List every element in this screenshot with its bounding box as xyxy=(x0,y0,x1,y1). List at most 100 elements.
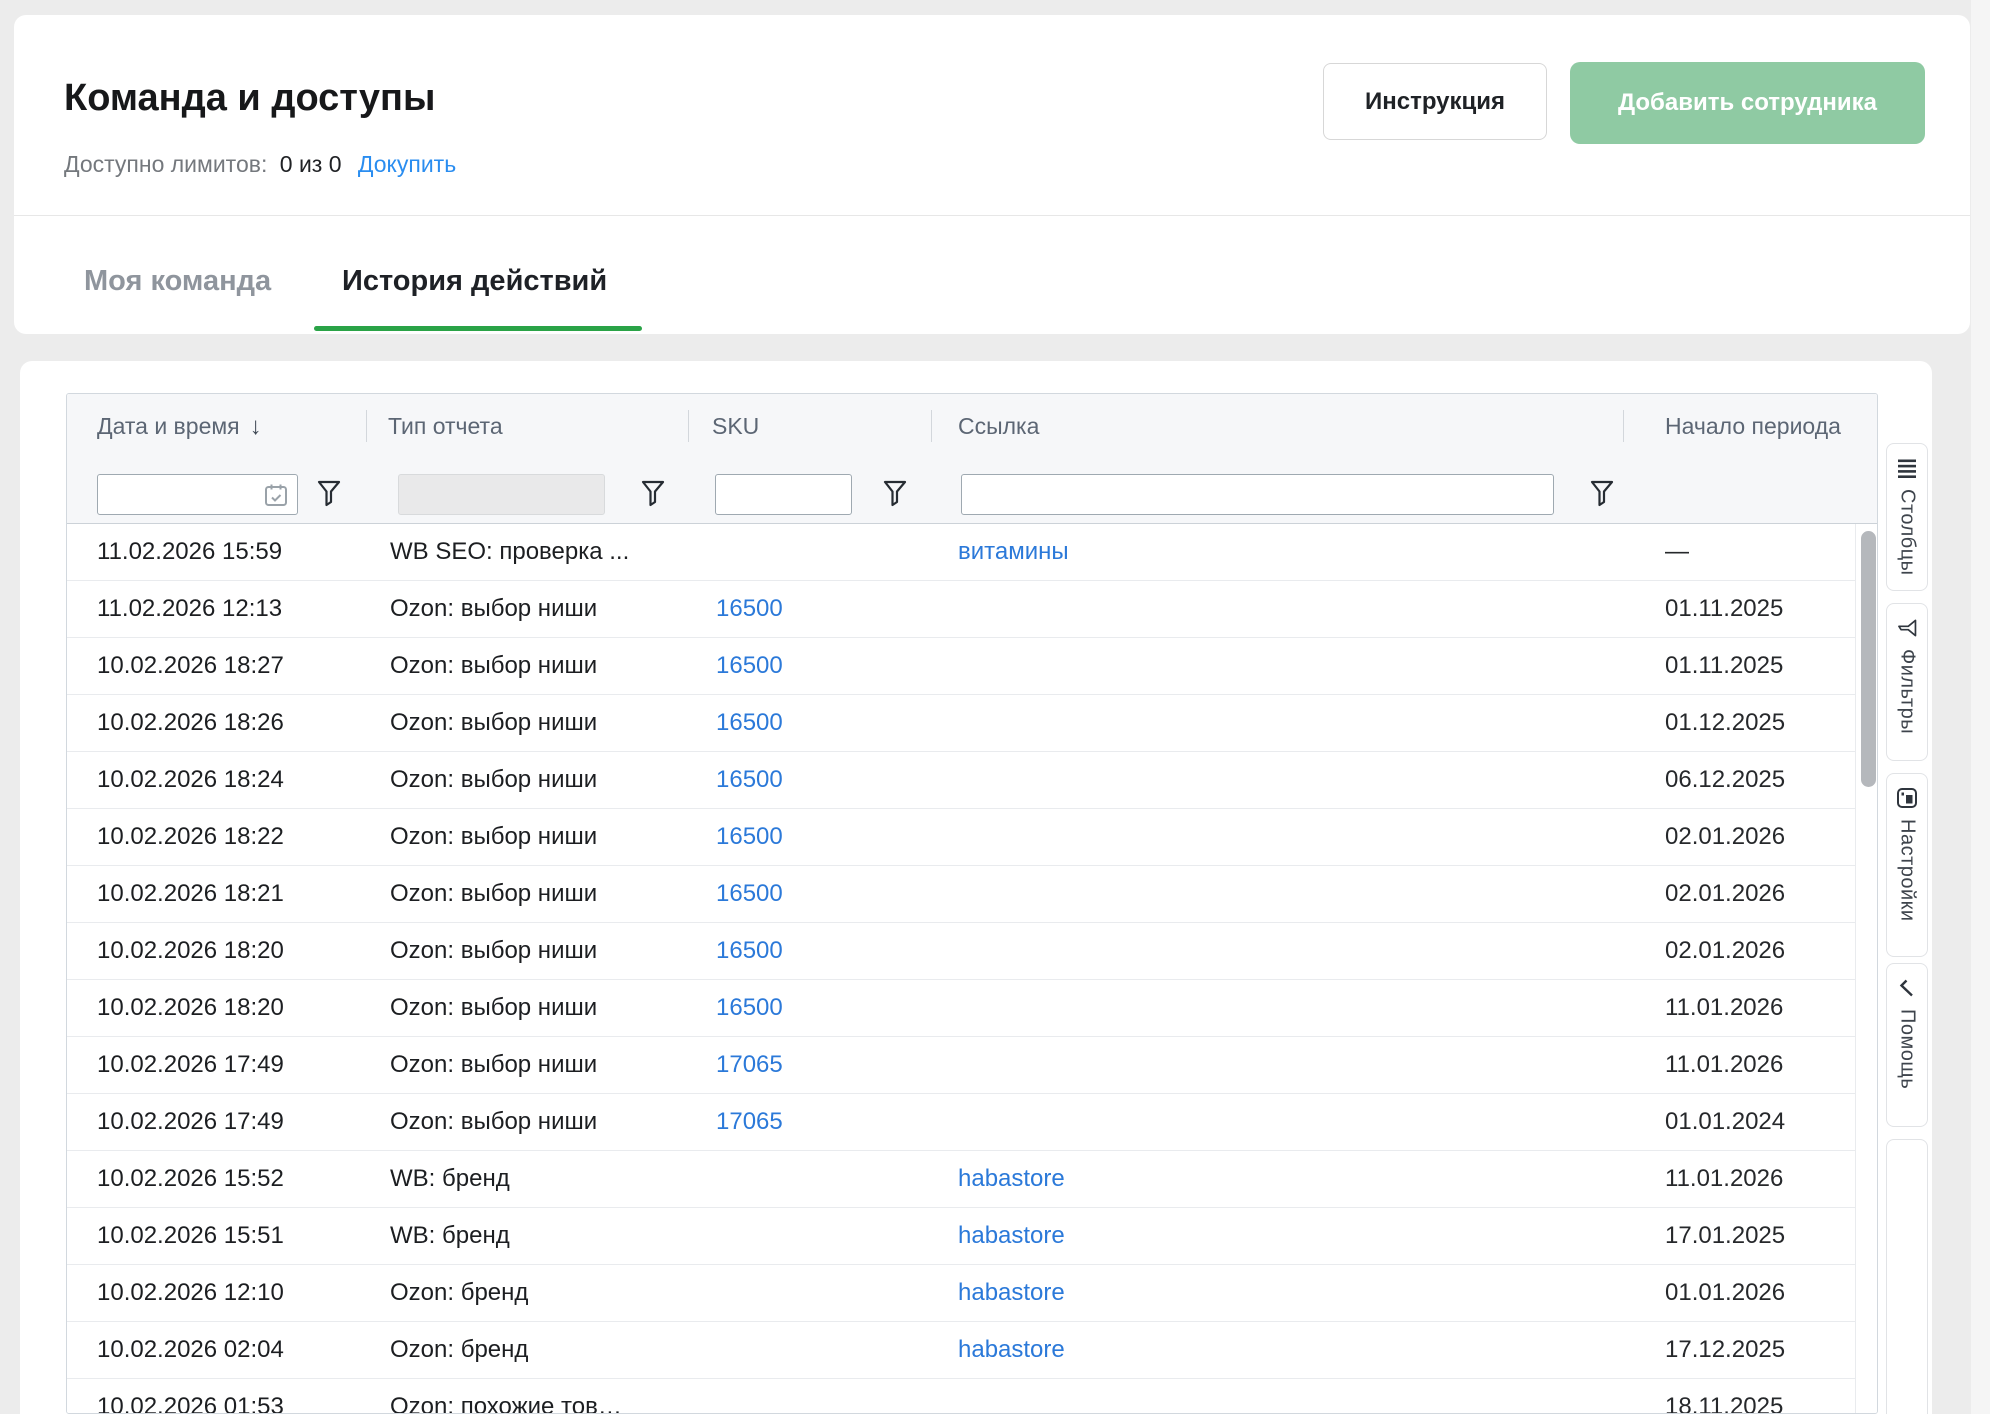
cell-period-start: 01.12.2025 xyxy=(1665,695,1785,751)
cell-sku-link[interactable]: 16500 xyxy=(716,866,783,922)
table-row: 10.02.2026 17:49Ozon: выбор ниши1706501.… xyxy=(67,1094,1855,1151)
table-row: 10.02.2026 15:51WB: брендhabastore17.01.… xyxy=(67,1208,1855,1265)
history-table: Дата и время↓ Тип отчета SKU Ссылка Нача… xyxy=(66,393,1878,1414)
cell-datetime: 11.02.2026 12:13 xyxy=(97,581,282,637)
table-row: 10.02.2026 18:24Ozon: выбор ниши1650006.… xyxy=(67,752,1855,809)
table-scrollbar-thumb[interactable] xyxy=(1861,531,1876,787)
cell-report-type: Ozon: бренд xyxy=(390,1322,528,1378)
table-filter-row xyxy=(67,458,1877,524)
cell-sku-link[interactable]: 16500 xyxy=(716,695,783,751)
table-row: 10.02.2026 18:26 Ozon: выбор ниши 16500 01.… xyxy=(67,695,1855,752)
cell-datetime: 10.02.2026 18:27 xyxy=(97,638,284,694)
cell-sku-link[interactable]: 16500 xyxy=(716,923,783,979)
cell-sku-link[interactable]: 17065 xyxy=(716,1037,783,1093)
table-row: 10.02.2026 17:49Ozon: выбор ниши1706511.… xyxy=(67,1037,1855,1094)
cell-link[interactable]: витамины xyxy=(958,524,1069,580)
cell-period-start: 02.01.2026 xyxy=(1665,866,1785,922)
cell-report-type: Ozon: выбор ниши xyxy=(390,923,597,979)
cell-link[interactable]: habastore xyxy=(958,1151,1065,1207)
column-header-report-type[interactable]: Тип отчета xyxy=(388,394,503,458)
column-header-label: Дата и время xyxy=(97,413,240,439)
cell-link[interactable]: habastore xyxy=(958,1208,1065,1264)
table-row: 10.02.2026 18:22Ozon: выбор ниши1650002.… xyxy=(67,809,1855,866)
cell-datetime: 10.02.2026 15:52 xyxy=(97,1151,284,1207)
side-tab-settings[interactable]: Настройки xyxy=(1886,773,1928,957)
cell-datetime: 11.02.2026 15:59 xyxy=(97,524,282,580)
table-header-row: Дата и время↓ Тип отчета SKU Ссылка Нача… xyxy=(67,394,1877,459)
limits-label: Доступно лимитов: xyxy=(64,151,267,177)
buy-more-link[interactable]: Докупить xyxy=(358,151,456,177)
cell-period-start: 17.01.2025 xyxy=(1665,1208,1785,1264)
side-tab-filters[interactable]: Фильтры xyxy=(1886,603,1928,761)
cell-report-type: Ozon: выбор ниши xyxy=(390,752,597,808)
instruction-button[interactable]: Инструкция xyxy=(1323,63,1547,140)
cell-datetime: 10.02.2026 18:26 xyxy=(97,695,284,751)
settings-icon xyxy=(1896,787,1918,809)
sku-filter-input[interactable] xyxy=(715,474,852,515)
column-header-sku[interactable]: SKU xyxy=(712,394,759,458)
cell-report-type: WB: бренд xyxy=(390,1208,510,1264)
cell-sku-link[interactable]: 16500 xyxy=(716,980,783,1036)
cell-period-start: 18.11.2025 xyxy=(1665,1379,1783,1414)
link-filter-input[interactable] xyxy=(961,474,1554,515)
header-card: Команда и доступы Доступно лимитов: 0 из… xyxy=(14,15,1970,334)
table-row: 11.02.2026 15:59WB SEO: проверка ...вита… xyxy=(67,524,1855,581)
browser-scrollbar[interactable] xyxy=(1971,0,1990,1414)
page-title: Команда и доступы xyxy=(64,77,435,120)
columns-icon xyxy=(1896,457,1918,479)
cell-period-start: 01.11.2025 xyxy=(1665,581,1783,637)
side-tab-label: Фильтры xyxy=(1896,649,1919,734)
table-body: 11.02.2026 15:59WB SEO: проверка ...вита… xyxy=(67,524,1855,1414)
side-tab-help[interactable]: Помощь xyxy=(1886,963,1928,1127)
cell-sku-link[interactable]: 17065 xyxy=(716,1094,783,1150)
cell-period-start: 01.11.2025 xyxy=(1665,638,1783,694)
cell-link[interactable]: habastore xyxy=(958,1322,1065,1378)
column-divider xyxy=(1623,410,1624,442)
link-filter-funnel-icon[interactable] xyxy=(1589,478,1615,508)
cell-datetime: 10.02.2026 17:49 xyxy=(97,1094,284,1150)
report-type-filter-input xyxy=(398,474,605,515)
side-tab-label: Настройки xyxy=(1896,819,1919,922)
cell-link[interactable]: habastore xyxy=(958,1265,1065,1321)
table-row: 10.02.2026 18:20Ozon: выбор ниши1650002.… xyxy=(67,923,1855,980)
cell-datetime: 10.02.2026 18:20 xyxy=(97,923,284,979)
column-header-datetime[interactable]: Дата и время↓ xyxy=(97,394,262,458)
datetime-filter-funnel-icon[interactable] xyxy=(316,478,342,508)
tab-my-team[interactable]: Моя команда xyxy=(84,265,271,298)
cell-report-type: Ozon: бренд xyxy=(390,1265,528,1321)
column-header-link[interactable]: Ссылка xyxy=(958,394,1039,458)
date-filter-input[interactable] xyxy=(97,474,298,515)
column-divider xyxy=(688,410,689,442)
report-type-filter-funnel-icon[interactable] xyxy=(640,478,666,508)
table-row: 10.02.2026 12:10Ozon: брендhabastore01.0… xyxy=(67,1265,1855,1322)
cell-datetime: 10.02.2026 18:20 xyxy=(97,980,284,1036)
cell-sku-link[interactable]: 16500 xyxy=(716,752,783,808)
cell-sku-link[interactable]: 16500 xyxy=(716,809,783,865)
table-row: 10.02.2026 15:52WB: брендhabastore11.01.… xyxy=(67,1151,1855,1208)
sku-filter-funnel-icon[interactable] xyxy=(882,478,908,508)
cell-report-type: Ozon: выбор ниши xyxy=(390,980,597,1036)
side-tab-label: Помощь xyxy=(1896,1009,1919,1089)
cell-sku-link[interactable]: 16500 xyxy=(716,581,783,637)
side-rail-filler xyxy=(1886,1139,1928,1414)
tab-history[interactable]: История действий xyxy=(342,265,607,298)
active-tab-underline xyxy=(314,326,642,331)
team-access-page: Команда и доступы Доступно лимитов: 0 из… xyxy=(0,0,1990,1414)
cell-report-type: Ozon: выбор ниши xyxy=(390,695,597,751)
side-tab-columns[interactable]: Столбцы xyxy=(1886,443,1928,591)
cell-period-start: 11.01.2026 xyxy=(1665,1151,1783,1207)
cell-datetime: 10.02.2026 17:49 xyxy=(97,1037,284,1093)
history-table-card: Дата и время↓ Тип отчета SKU Ссылка Нача… xyxy=(20,361,1932,1414)
add-employee-button[interactable]: Добавить сотрудника xyxy=(1570,62,1925,144)
cell-datetime: 10.02.2026 18:21 xyxy=(97,866,284,922)
table-scrollbar-track xyxy=(1855,524,1877,1414)
limits-value: 0 из 0 xyxy=(280,151,342,177)
cell-report-type: Ozon: похожие тов… xyxy=(390,1379,622,1414)
column-header-period-start[interactable]: Начало периода xyxy=(1665,394,1841,458)
check-icon xyxy=(1896,977,1918,999)
cell-period-start: 11.01.2026 xyxy=(1665,980,1783,1036)
cell-report-type: Ozon: выбор ниши xyxy=(390,866,597,922)
cell-sku-link[interactable]: 16500 xyxy=(716,638,783,694)
cell-report-type: Ozon: выбор ниши xyxy=(390,581,597,637)
cell-datetime: 10.02.2026 18:24 xyxy=(97,752,284,808)
